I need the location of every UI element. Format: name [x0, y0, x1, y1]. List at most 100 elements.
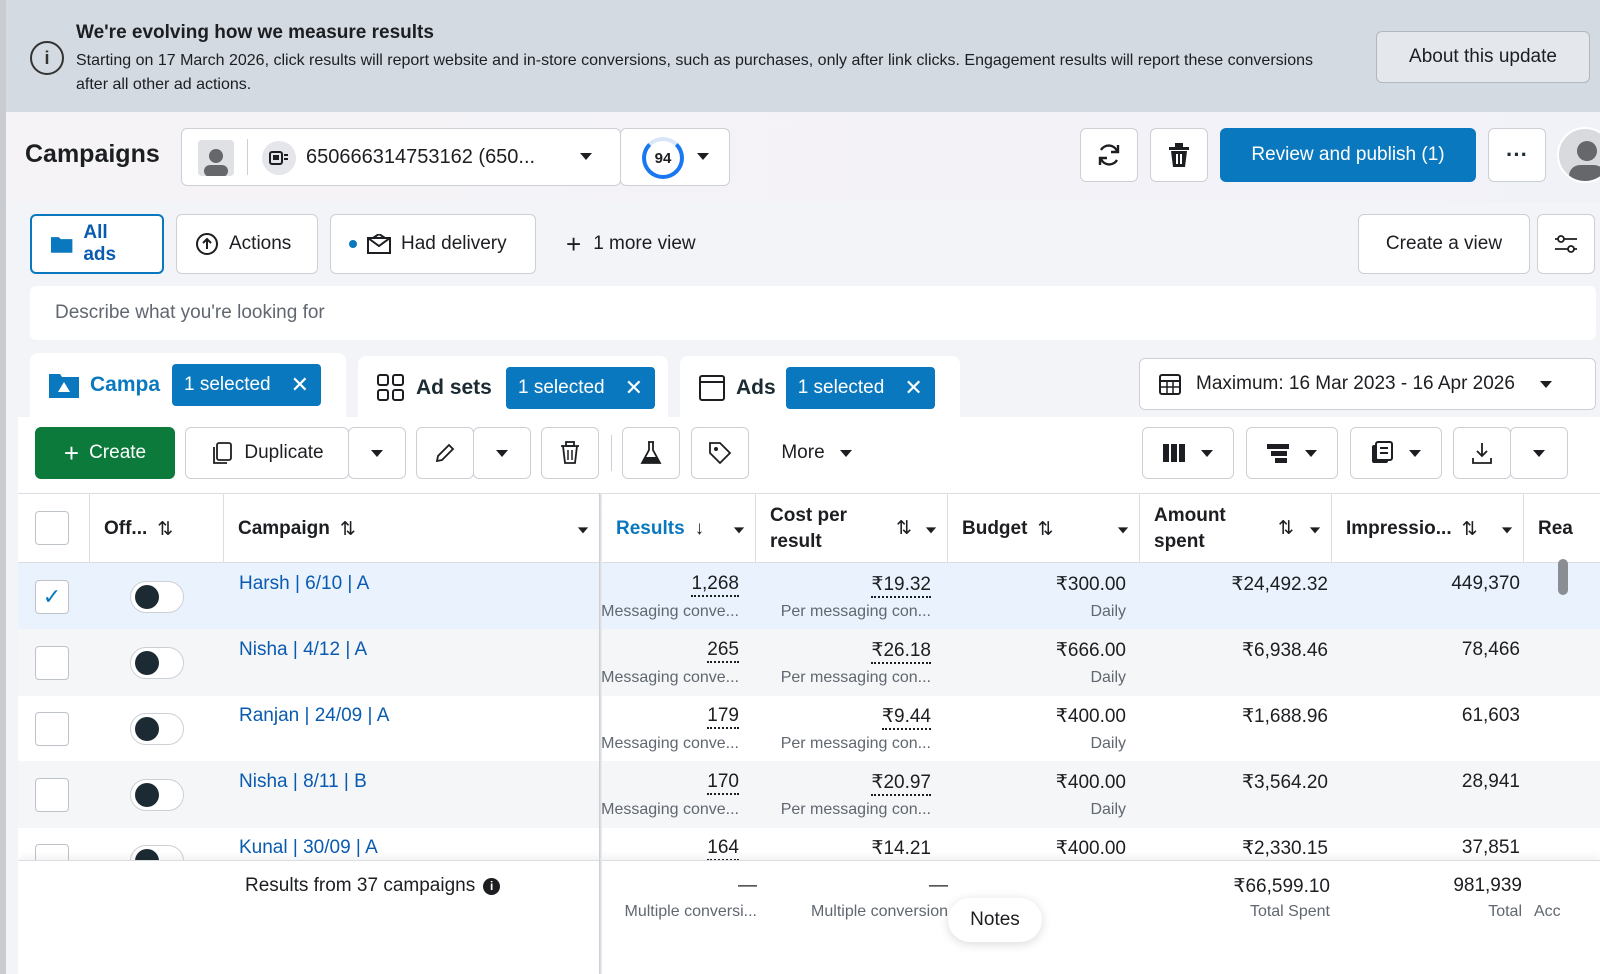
row-checkbox[interactable]: [35, 646, 69, 680]
tag-button[interactable]: [691, 427, 749, 479]
budget-value[interactable]: ₹400.00: [1056, 771, 1126, 794]
more-options-button[interactable]: ···: [1488, 128, 1546, 182]
export-button[interactable]: [1453, 427, 1511, 479]
duplicate-dropdown[interactable]: [348, 427, 406, 479]
sort-icon[interactable]: ⇅: [896, 516, 912, 542]
ads-selected-pill[interactable]: 1 selected ✕: [785, 367, 935, 409]
envelope-icon: [367, 234, 391, 254]
columns-button[interactable]: [1142, 427, 1234, 479]
table-row[interactable]: Nisha | 4/12 | A 265 Messaging conve... ₹26…: [18, 629, 1600, 696]
tab-campaigns[interactable]: Campa 1 selected ✕: [30, 353, 346, 417]
campaign-name-link[interactable]: Harsh | 6/10 | A: [239, 573, 369, 595]
close-icon[interactable]: ✕: [291, 372, 309, 398]
summary-reach-sub: Acc: [1534, 903, 1561, 920]
more-dropdown[interactable]: More: [762, 427, 872, 479]
campaign-status-toggle[interactable]: [130, 779, 184, 811]
campaign-name-link[interactable]: Ranjan | 24/09 | A: [239, 705, 389, 727]
breakdown-button[interactable]: [1246, 427, 1338, 479]
view-had-delivery[interactable]: Had delivery: [330, 214, 536, 274]
cost-per-result-value[interactable]: ₹19.32: [871, 573, 931, 598]
view-settings-button[interactable]: [1537, 214, 1595, 274]
sort-icon[interactable]: ⇅: [157, 518, 173, 541]
campaign-name-link[interactable]: Nisha | 8/11 | B: [239, 771, 367, 793]
delete-selection-button[interactable]: [541, 427, 599, 479]
sort-icon[interactable]: ⇅: [1462, 518, 1478, 541]
table-row[interactable]: Ranjan | 24/09 | A 179 Messaging conve... ₹…: [18, 695, 1600, 762]
edit-dropdown[interactable]: [473, 427, 531, 479]
close-icon[interactable]: ✕: [904, 375, 922, 401]
delete-button[interactable]: [1150, 128, 1208, 182]
date-range-picker[interactable]: Maximum: 16 Mar 2023 - 16 Apr 2026: [1139, 358, 1596, 410]
notes-button[interactable]: Notes: [948, 898, 1042, 942]
results-value[interactable]: 179: [707, 705, 739, 729]
results-value[interactable]: 1,268: [691, 573, 739, 597]
user-avatar[interactable]: [1557, 127, 1600, 183]
create-view-button[interactable]: Create a view: [1358, 214, 1530, 274]
select-all-checkbox[interactable]: [35, 511, 69, 545]
column-header-results[interactable]: Results ↓: [602, 494, 756, 564]
table-row[interactable]: Nisha | 8/11 | B 170 Messaging conve... ₹20…: [18, 761, 1600, 828]
campaign-status-toggle[interactable]: [130, 647, 184, 679]
reports-button[interactable]: [1350, 427, 1442, 479]
chevron-down-icon[interactable]: [1309, 524, 1321, 536]
create-button[interactable]: + Create: [35, 427, 175, 479]
search-input[interactable]: Describe what you're looking for: [30, 286, 1596, 340]
results-value[interactable]: 265: [707, 639, 739, 663]
table-row[interactable]: ✓ Harsh | 6/10 | A 1,268 Messaging conve...…: [18, 563, 1600, 630]
chevron-down-icon[interactable]: [1501, 524, 1513, 536]
refresh-button[interactable]: [1080, 128, 1138, 182]
adsets-selected-pill[interactable]: 1 selected ✕: [506, 367, 656, 409]
budget-value[interactable]: ₹300.00: [1056, 573, 1126, 596]
row-checkbox[interactable]: [35, 778, 69, 812]
sort-desc-icon[interactable]: ↓: [695, 518, 705, 540]
column-header-amount-spent[interactable]: Amount spent ⇅: [1140, 494, 1332, 564]
budget-value[interactable]: ₹400.00: [1056, 837, 1126, 860]
cost-per-result-value[interactable]: ₹14.21: [871, 837, 931, 862]
chevron-down-icon[interactable]: [1117, 524, 1129, 536]
close-icon[interactable]: ✕: [625, 375, 643, 401]
chevron-down-icon[interactable]: [925, 524, 937, 536]
campaign-status-toggle[interactable]: [130, 713, 184, 745]
cost-per-result-value[interactable]: ₹9.44: [881, 705, 931, 730]
about-update-button[interactable]: About this update: [1376, 31, 1590, 83]
column-header-budget[interactable]: Budget ⇅: [948, 494, 1140, 564]
ad-account-selector[interactable]: 650666314753162 (650...: [181, 128, 621, 186]
export-dropdown[interactable]: [1510, 427, 1568, 479]
cost-per-result-value[interactable]: ₹20.97: [871, 771, 931, 796]
row-checkbox[interactable]: ✓: [35, 580, 69, 614]
campaigns-selected-pill[interactable]: 1 selected ✕: [172, 364, 322, 406]
opportunity-score-selector[interactable]: 94: [620, 128, 730, 186]
tab-ads[interactable]: Ads 1 selected ✕: [680, 356, 960, 420]
cost-per-result-value[interactable]: ₹26.18: [871, 639, 931, 664]
column-header-off[interactable]: Off... ⇅: [90, 494, 224, 564]
more-views-button[interactable]: + 1 more view: [566, 214, 696, 274]
duplicate-button[interactable]: Duplicate: [185, 427, 349, 479]
chevron-down-icon[interactable]: [733, 524, 745, 536]
column-header-campaign[interactable]: Campaign ⇅: [224, 494, 600, 564]
vertical-scrollbar[interactable]: [1558, 559, 1568, 595]
sort-icon[interactable]: ⇅: [1278, 516, 1294, 542]
calendar-icon: [1159, 374, 1181, 395]
campaign-status-toggle[interactable]: [130, 581, 184, 613]
review-publish-button[interactable]: Review and publish (1): [1220, 128, 1476, 182]
column-label: Off...: [104, 518, 148, 539]
results-value[interactable]: 170: [707, 771, 739, 795]
sort-icon[interactable]: ⇅: [340, 518, 356, 541]
column-header-reach[interactable]: Rea: [1524, 494, 1600, 564]
tab-ad-sets[interactable]: Ad sets 1 selected ✕: [358, 356, 668, 420]
edit-button[interactable]: [416, 427, 474, 479]
row-checkbox[interactable]: [35, 712, 69, 746]
campaign-name-link[interactable]: Nisha | 4/12 | A: [239, 639, 367, 661]
view-all-ads[interactable]: All ads: [30, 214, 164, 274]
sort-icon[interactable]: ⇅: [1037, 518, 1053, 541]
view-actions[interactable]: Actions: [176, 214, 318, 274]
campaign-name-link[interactable]: Kunal | 30/09 | A: [239, 837, 378, 859]
chevron-down-icon[interactable]: [577, 524, 589, 536]
budget-value[interactable]: ₹400.00: [1056, 705, 1126, 728]
column-header-cost-per-result[interactable]: Cost per result ⇅: [756, 494, 948, 564]
column-header-impressions[interactable]: Impressio... ⇅: [1332, 494, 1524, 564]
info-icon[interactable]: i: [483, 877, 501, 895]
budget-value[interactable]: ₹666.00: [1056, 639, 1126, 662]
results-value[interactable]: 164: [707, 837, 739, 861]
ab-test-button[interactable]: [622, 427, 680, 479]
